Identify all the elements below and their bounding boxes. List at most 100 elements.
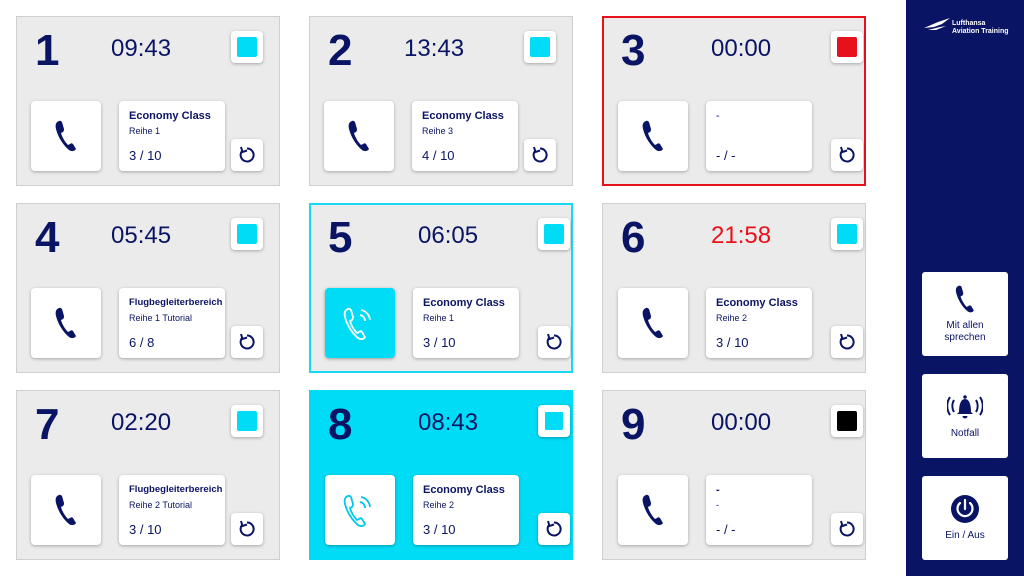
seat-number: 7 [35,400,60,449]
power-button[interactable]: Ein / Aus [922,476,1008,560]
seat-tile-4[interactable]: 4 05:45 Flugbegleiterbereich Reihe 1 Tut… [16,203,280,373]
seat-timer: 00:00 [711,409,772,436]
reset-icon [839,520,855,537]
reset-icon [239,146,255,163]
seat-timer: 06:05 [418,222,479,249]
seat-number: 3 [621,26,646,75]
seat-number: 4 [35,213,60,262]
reset-icon [239,333,255,350]
emergency-label: Notfall [950,428,980,439]
call-button[interactable] [618,101,688,171]
status-indicator-button[interactable] [231,218,263,250]
seat-class: Flugbegleiterbereich [129,484,223,495]
seat-row: Reihe 1 Tutorial [129,313,193,323]
seat-progress: - / - [716,148,736,163]
seat-tile-7[interactable]: 7 02:20 Flugbegleiterbereich Reihe 2 Tut… [16,390,280,560]
brand-line-1: Lufthansa [952,20,986,27]
call-button[interactable] [618,288,688,358]
talk-to-all-label: Mit allen sprechen [944,320,986,343]
seat-row: - [716,500,719,510]
seat-number: 8 [328,400,353,449]
seat-row: Reihe 2 [716,313,748,323]
call-button[interactable] [325,475,395,545]
control-sidebar: Lufthansa Aviation Training Mit allen spr… [906,0,1024,576]
seat-class: Flugbegleiterbereich [129,297,223,308]
seat-tile-1[interactable]: 1 09:43 Economy Class Reihe 1 3 / 10 [16,16,280,186]
call-button[interactable] [324,101,394,171]
phone-icon [955,285,974,313]
seat-number: 5 [328,213,353,262]
call-button-active[interactable] [325,288,395,358]
status-indicator-button[interactable] [831,405,863,437]
seat-tile-8[interactable]: 8 08:43 Economy Class Reihe 2 3 / 10 [309,390,573,560]
seat-tile-2[interactable]: 2 13:43 Economy Class Reihe 3 4 / 10 [309,16,573,186]
call-button[interactable] [31,475,101,545]
status-indicator-button[interactable] [524,31,556,63]
status-indicator-button[interactable] [231,31,263,63]
crane-logo-icon [924,18,950,30]
status-square [237,37,257,57]
reset-icon [546,520,562,537]
reset-button[interactable] [524,139,556,171]
seat-info-card: Economy Class Reihe 1 3 / 10 [413,288,519,358]
seat-info-card: Economy Class Reihe 2 3 / 10 [413,475,519,545]
status-indicator-button[interactable] [538,405,570,437]
reset-button[interactable] [231,139,263,171]
seat-row: Reihe 2 Tutorial [129,500,193,510]
seat-info-card: Economy Class Reihe 2 3 / 10 [706,288,812,358]
status-square [837,37,857,57]
talk-to-all-button[interactable]: Mit allen sprechen [922,272,1008,356]
seat-progress: 6 / 8 [129,335,155,350]
status-square [837,411,857,431]
seat-info-card: Economy Class Reihe 3 4 / 10 [412,101,518,171]
phone-icon [55,120,76,152]
seat-timer: 02:20 [111,409,172,436]
reset-icon [839,146,855,163]
phone-icon [642,120,663,152]
seat-progress: 3 / 10 [716,335,749,350]
reset-button[interactable] [831,513,863,545]
seat-timer: 08:43 [418,409,479,436]
call-button[interactable] [31,101,101,171]
reset-button[interactable] [831,139,863,171]
phone-icon [348,120,369,152]
seat-tile-3[interactable]: 3 00:00 - - / - [602,16,866,186]
alarm-bell-icon [947,395,983,419]
status-square [544,411,564,431]
status-indicator-button[interactable] [831,218,863,250]
seat-info-card: Economy Class Reihe 1 3 / 10 [119,101,225,171]
reset-icon [546,333,562,350]
status-square [237,411,257,431]
status-square [530,37,550,57]
brand-name: Lufthansa Aviation Training [952,20,1009,36]
reset-button[interactable] [231,513,263,545]
reset-button[interactable] [538,326,570,358]
seat-row: Reihe 1 [423,313,455,323]
reset-icon [532,146,548,163]
status-indicator-button[interactable] [538,218,570,250]
seat-tile-6[interactable]: 6 21:58 Economy Class Reihe 2 3 / 10 [602,203,866,373]
seat-tile-5[interactable]: 5 06:05 Economy Class Reihe 1 3 / 10 [309,203,573,373]
seat-tile-9[interactable]: 9 00:00 - - - / - [602,390,866,560]
seat-number: 9 [621,400,646,449]
seat-timer: 00:00 [711,35,772,62]
seat-timer: 13:43 [404,35,465,62]
status-indicator-button[interactable] [231,405,263,437]
reset-button[interactable] [538,513,570,545]
seat-timer: 05:45 [111,222,172,249]
seat-info-card: Flugbegleiterbereich Reihe 2 Tutorial 3 … [119,475,225,545]
emergency-button[interactable]: Notfall [922,374,1008,458]
seat-progress: 3 / 10 [129,522,162,537]
reset-button[interactable] [831,326,863,358]
reset-button[interactable] [231,326,263,358]
seat-row: Reihe 1 [129,126,161,136]
status-indicator-button[interactable] [831,31,863,63]
brand-line-2: Aviation Training [952,28,1009,35]
seat-info-card: - - / - [706,101,812,171]
seat-timer: 09:43 [111,35,172,62]
seat-class: Economy Class [129,110,211,122]
phone-icon [55,307,76,339]
call-button[interactable] [618,475,688,545]
seat-row: Reihe 3 [422,126,454,136]
call-button[interactable] [31,288,101,358]
